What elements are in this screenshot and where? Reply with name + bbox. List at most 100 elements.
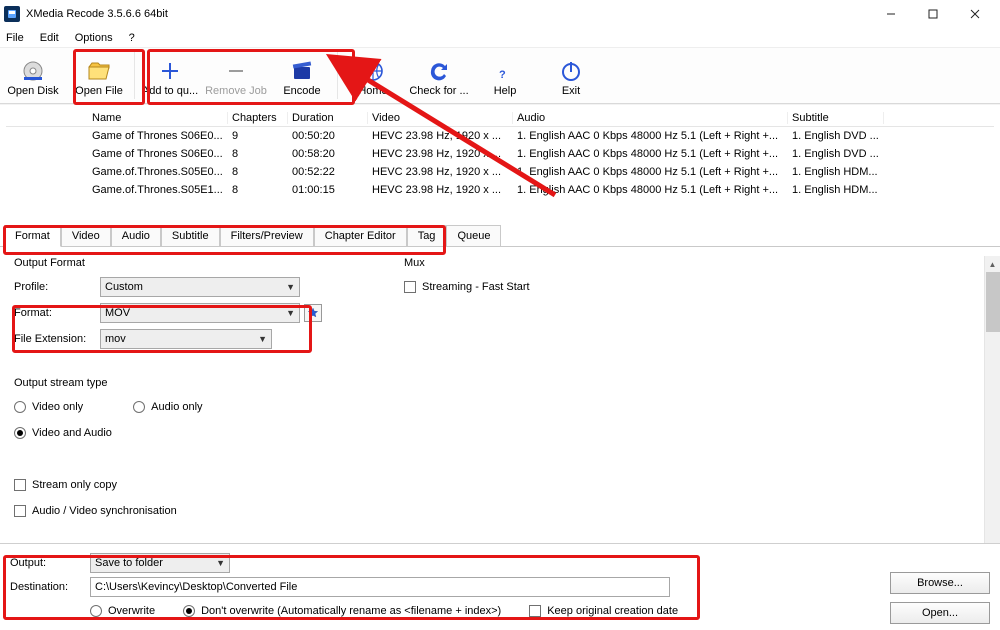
open-disk-label: Open Disk: [7, 85, 58, 97]
menu-file[interactable]: File: [6, 32, 24, 44]
output-format-heading: Output Format: [14, 257, 344, 269]
question-icon: ?: [493, 59, 517, 83]
menu-edit[interactable]: Edit: [40, 32, 59, 44]
file-list: Name Chapters Duration Video Audio Subti…: [0, 104, 1000, 203]
format-panel: Output Format Profile: Custom▼ Format: M…: [0, 247, 1000, 545]
keep-creation-date-check[interactable]: Keep original creation date: [529, 605, 678, 617]
video-and-audio-label: Video and Audio: [32, 427, 112, 439]
cell-subtitle: 1. English DVD ...: [788, 148, 884, 160]
overwrite-radio[interactable]: Overwrite: [90, 605, 155, 617]
table-row[interactable]: Game of Thrones S06E0...900:50:20HEVC 23…: [6, 127, 994, 145]
scroll-up-icon[interactable]: ▲: [986, 257, 1000, 271]
cell-audio: 1. English AAC 0 Kbps 48000 Hz 5.1 (Left…: [513, 184, 788, 196]
video-and-audio-radio[interactable]: Video and Audio: [14, 427, 112, 439]
check-update-label: Check for ...: [409, 85, 468, 97]
av-sync-check[interactable]: Audio / Video synchronisation: [14, 505, 177, 517]
cell-name: Game of Thrones S06E0...: [88, 130, 228, 142]
col-name[interactable]: Name: [88, 112, 228, 124]
tab-filters[interactable]: Filters/Preview: [220, 225, 314, 246]
app-logo-icon: [4, 6, 20, 22]
dont-overwrite-label: Don't overwrite (Automatically rename as…: [201, 605, 501, 617]
open-file-button[interactable]: Open File: [66, 48, 132, 103]
cell-name: Game.of.Thrones.S05E0...: [88, 166, 228, 178]
open-button[interactable]: Open...: [890, 602, 990, 624]
cell-video: HEVC 23.98 Hz, 1920 x ...: [368, 166, 513, 178]
remove-job-button[interactable]: Remove Job: [203, 48, 269, 103]
vertical-scrollbar[interactable]: ▲ ▼: [984, 256, 1000, 554]
tab-strip: Format Video Audio Subtitle Filters/Prev…: [0, 225, 1000, 247]
tab-subtitle[interactable]: Subtitle: [161, 225, 220, 246]
col-duration[interactable]: Duration: [288, 112, 368, 124]
dont-overwrite-radio[interactable]: Don't overwrite (Automatically rename as…: [183, 605, 501, 617]
chevron-down-icon: ▼: [216, 558, 225, 568]
chevron-down-icon: ▼: [258, 334, 267, 344]
profile-value: Custom: [105, 281, 143, 293]
table-row[interactable]: Game of Thrones S06E0...800:58:20HEVC 23…: [6, 145, 994, 163]
close-button[interactable]: [954, 1, 996, 27]
plus-icon: [158, 59, 182, 83]
audio-only-radio[interactable]: Audio only: [133, 401, 202, 413]
file-list-body: Game of Thrones S06E0...900:50:20 HEVC 23…: [6, 127, 994, 199]
destination-label: Destination:: [10, 581, 90, 593]
format-select[interactable]: MOV▼: [100, 303, 300, 323]
tab-format[interactable]: Format: [4, 225, 61, 247]
file-extension-select[interactable]: mov▼: [100, 329, 272, 349]
encode-button[interactable]: Encode: [269, 48, 335, 103]
favorite-button[interactable]: [304, 304, 322, 322]
table-row[interactable]: Game.of.Thrones.S05E0...800:52:22HEVC 23…: [6, 163, 994, 181]
streaming-label: Streaming - Fast Start: [422, 281, 530, 293]
check-updates-button[interactable]: Check for ...: [406, 48, 472, 103]
scroll-thumb[interactable]: [986, 272, 1000, 332]
browse-button[interactable]: Browse...: [890, 572, 990, 594]
tab-tag[interactable]: Tag: [407, 225, 447, 246]
cell-subtitle: 1. English HDM...: [788, 184, 884, 196]
minus-icon: [224, 59, 248, 83]
add-queue-label: Add to qu...: [142, 85, 198, 97]
tab-audio[interactable]: Audio: [111, 225, 161, 246]
menu-help[interactable]: ?: [129, 32, 135, 44]
output-label: Output:: [10, 557, 90, 569]
toolbar-separator: [134, 52, 135, 99]
home-label: Home: [358, 85, 387, 97]
exit-button[interactable]: Exit: [538, 48, 604, 103]
power-icon: [559, 59, 583, 83]
tab-chapter[interactable]: Chapter Editor: [314, 225, 407, 246]
help-button[interactable]: ? Help: [472, 48, 538, 103]
tab-video[interactable]: Video: [61, 225, 111, 246]
destination-input[interactable]: C:\Users\Kevincy\Desktop\Converted File: [90, 577, 670, 597]
cell-video: HEVC 23.98 Hz, 1920 x ...: [368, 184, 513, 196]
video-only-radio[interactable]: Video only: [14, 401, 83, 413]
home-button[interactable]: Home: [340, 48, 406, 103]
output-mode-select[interactable]: Save to folder▼: [90, 553, 230, 573]
minimize-button[interactable]: [870, 1, 912, 27]
cell-audio: 1. English AAC 0 Kbps 48000 Hz 5.1 (Left…: [513, 166, 788, 178]
cell-name: Game.of.Thrones.S05E1...: [88, 184, 228, 196]
cell-chapters: 9: [228, 130, 288, 142]
format-label: Format:: [14, 307, 100, 319]
cell-subtitle: 1. English DVD ...: [788, 130, 884, 142]
refresh-icon: [427, 59, 451, 83]
menu-options[interactable]: Options: [75, 32, 113, 44]
clapper-encode-icon: [290, 59, 314, 83]
open-disk-button[interactable]: Open Disk: [0, 48, 66, 103]
output-panel: Output: Save to folder▼ Destination: C:\…: [0, 543, 1000, 630]
titlebar: XMedia Recode 3.5.6.6 64bit: [0, 0, 1000, 28]
col-video[interactable]: Video: [368, 112, 513, 124]
audio-only-label: Audio only: [151, 401, 202, 413]
av-sync-label: Audio / Video synchronisation: [32, 505, 177, 517]
profile-select[interactable]: Custom▼: [100, 277, 300, 297]
keep-date-label: Keep original creation date: [547, 605, 678, 617]
exit-label: Exit: [562, 85, 580, 97]
stream-only-copy-check[interactable]: Stream only copy: [14, 479, 117, 491]
destination-value: C:\Users\Kevincy\Desktop\Converted File: [95, 581, 297, 593]
maximize-button[interactable]: [912, 1, 954, 27]
open-label: Open...: [922, 607, 958, 619]
col-chapters[interactable]: Chapters: [228, 112, 288, 124]
col-subtitle[interactable]: Subtitle: [788, 112, 884, 124]
tab-queue[interactable]: Queue: [446, 225, 501, 246]
cell-duration: 00:50:20: [288, 130, 368, 142]
add-to-queue-button[interactable]: Add to qu...: [137, 48, 203, 103]
streaming-faststart-check[interactable]: Streaming - Fast Start: [404, 281, 530, 293]
table-row[interactable]: Game.of.Thrones.S05E1...801:00:15HEVC 23…: [6, 181, 994, 199]
col-audio[interactable]: Audio: [513, 112, 788, 124]
